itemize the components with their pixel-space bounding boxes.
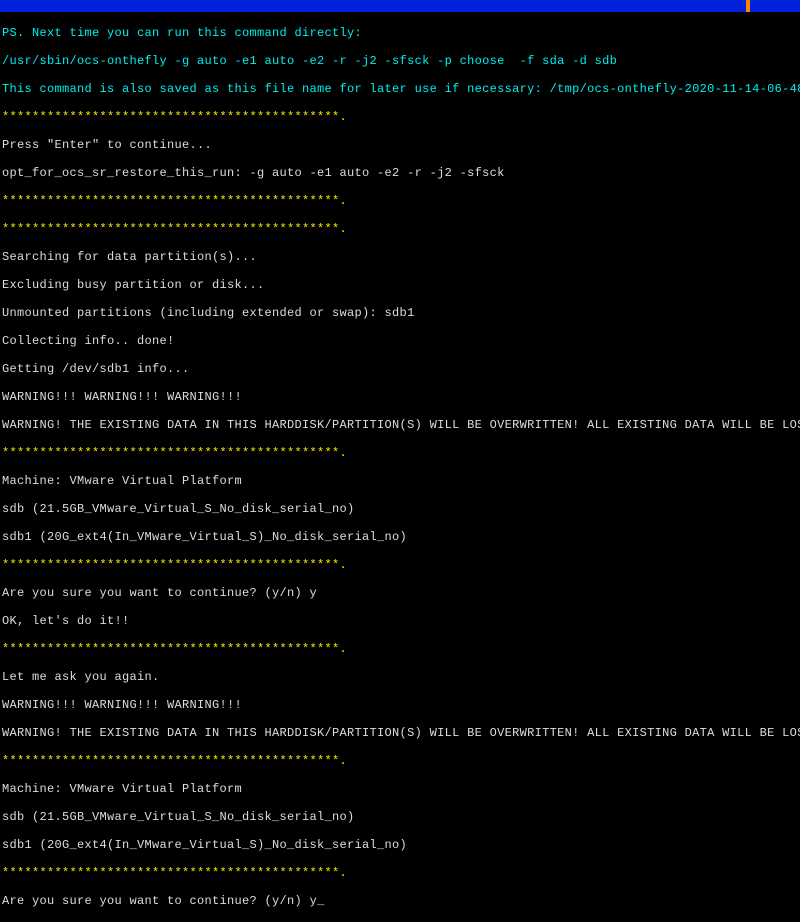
separator-line: ****************************************… xyxy=(2,754,798,768)
terminal-line: Collecting info.. done! xyxy=(2,334,798,348)
terminal-line: This command is also saved as this file … xyxy=(2,82,798,96)
terminal-line: OK, let's do it!! xyxy=(2,614,798,628)
warning-line: WARNING! THE EXISTING DATA IN THIS HARDD… xyxy=(2,418,798,432)
separator-line: ****************************************… xyxy=(2,222,798,236)
terminal-line: sdb (21.5GB_VMware_Virtual_S_No_disk_ser… xyxy=(2,502,798,516)
terminal-line: opt_for_ocs_sr_restore_this_run: -g auto… xyxy=(2,166,798,180)
terminal-line: sdb1 (20G_ext4(In_VMware_Virtual_S)_No_d… xyxy=(2,838,798,852)
terminal-line: Machine: VMware Virtual Platform xyxy=(2,474,798,488)
confirm-prompt-active[interactable]: Are you sure you want to continue? (y/n)… xyxy=(2,894,798,908)
prompt-continue: Press "Enter" to continue... xyxy=(2,138,798,152)
window-titlebar xyxy=(0,0,800,12)
terminal-line: Let me ask you again. xyxy=(2,670,798,684)
terminal-line: Searching for data partition(s)... xyxy=(2,250,798,264)
terminal-line: Excluding busy partition or disk... xyxy=(2,278,798,292)
warning-line: WARNING!!! WARNING!!! WARNING!!! xyxy=(2,698,798,712)
titlebar-accent xyxy=(746,0,750,12)
terminal-line: PS. Next time you can run this command d… xyxy=(2,26,798,40)
separator-line: ****************************************… xyxy=(2,866,798,880)
cursor: _ xyxy=(317,894,325,908)
separator-line: ****************************************… xyxy=(2,558,798,572)
separator-line: ****************************************… xyxy=(2,194,798,208)
prompt-question: Are you sure you want to continue? (y/n) xyxy=(2,894,310,908)
terminal-line: Getting /dev/sdb1 info... xyxy=(2,362,798,376)
confirm-prompt-answered: Are you sure you want to continue? (y/n)… xyxy=(2,586,798,600)
warning-line: WARNING!!! WARNING!!! WARNING!!! xyxy=(2,390,798,404)
separator-line: ****************************************… xyxy=(2,110,798,124)
terminal-line: Unmounted partitions (including extended… xyxy=(2,306,798,320)
separator-line: ****************************************… xyxy=(2,446,798,460)
terminal-line: Machine: VMware Virtual Platform xyxy=(2,782,798,796)
terminal-line: sdb1 (20G_ext4(In_VMware_Virtual_S)_No_d… xyxy=(2,530,798,544)
prompt-answer: y xyxy=(310,894,318,908)
terminal-output: PS. Next time you can run this command d… xyxy=(0,12,800,922)
terminal-line: /usr/sbin/ocs-onthefly -g auto -e1 auto … xyxy=(2,54,798,68)
separator-line: ****************************************… xyxy=(2,642,798,656)
warning-line: WARNING! THE EXISTING DATA IN THIS HARDD… xyxy=(2,726,798,740)
terminal-line: sdb (21.5GB_VMware_Virtual_S_No_disk_ser… xyxy=(2,810,798,824)
